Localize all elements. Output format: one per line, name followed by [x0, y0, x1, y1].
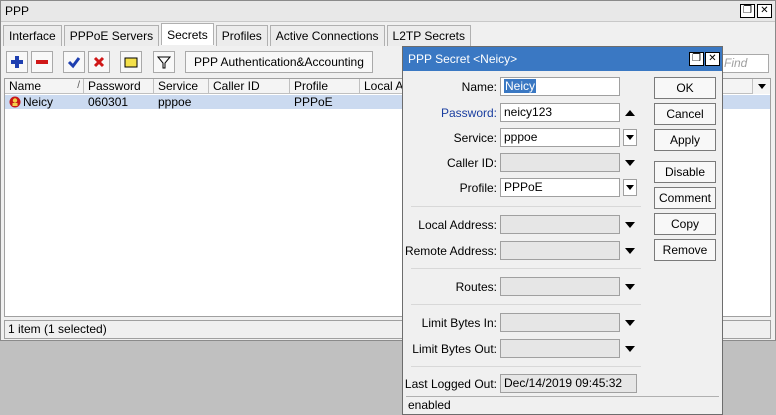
tab-profiles[interactable]: Profiles	[215, 25, 268, 46]
local-address-expand-button[interactable]	[623, 216, 637, 233]
limit-bytes-in-label: Limit Bytes In:	[421, 316, 497, 330]
restore-icon[interactable]: ❐	[740, 4, 755, 18]
tab-secrets[interactable]: Secrets	[161, 23, 214, 45]
cell-caller-id	[209, 95, 290, 109]
comment-button[interactable]: Comment	[654, 187, 716, 209]
limit-bytes-in-field[interactable]	[500, 313, 620, 332]
tab-interface[interactable]: Interface	[3, 25, 62, 46]
add-button[interactable]	[6, 51, 28, 73]
limit-bytes-out-field[interactable]	[500, 339, 620, 358]
triangle-down-icon	[625, 221, 635, 228]
triangle-down-icon	[625, 345, 635, 352]
triangle-up-icon	[625, 109, 635, 116]
profile-label: Profile:	[459, 181, 497, 195]
column-name[interactable]: Name /	[5, 79, 84, 94]
local-address-label: Local Address:	[418, 218, 497, 232]
dialog-status: enabled	[406, 396, 719, 412]
limit-bytes-out-expand-button[interactable]	[623, 340, 637, 357]
triangle-down-icon	[625, 247, 635, 254]
filter-button[interactable]	[153, 51, 175, 73]
dialog-restore-icon[interactable]: ❐	[689, 52, 704, 66]
divider	[411, 366, 641, 367]
plus-icon	[11, 56, 23, 68]
routes-label: Routes:	[455, 280, 497, 294]
column-service[interactable]: Service	[154, 79, 209, 94]
close-icon[interactable]: ✕	[757, 4, 772, 18]
profile-select[interactable]: PPPoE	[500, 178, 620, 197]
window-titlebar: PPP ❐ ✕	[1, 1, 775, 22]
last-logged-out-value: Dec/14/2019 09:45:32	[500, 374, 637, 393]
find-input[interactable]: Find	[721, 54, 769, 73]
routes-field[interactable]	[500, 277, 620, 296]
local-address-field[interactable]	[500, 215, 620, 234]
note-icon	[124, 57, 138, 68]
chevron-down-icon	[757, 84, 766, 89]
column-caller-id[interactable]: Caller ID	[209, 79, 290, 94]
dialog-close-icon[interactable]: ✕	[705, 52, 720, 66]
divider	[411, 304, 641, 305]
dialog-title: PPP Secret <Neicy>	[403, 47, 722, 71]
disable-button[interactable]: Disable	[654, 161, 716, 183]
ok-button[interactable]: OK	[654, 77, 716, 99]
caller-id-field[interactable]	[500, 153, 620, 172]
limit-bytes-out-label: Limit Bytes Out:	[412, 342, 497, 356]
last-logged-out-label: Last Logged Out:	[404, 377, 497, 391]
auth-accounting-button[interactable]: PPP Authentication&Accounting	[185, 51, 373, 73]
tab-active-connections[interactable]: Active Connections	[269, 25, 385, 46]
tab-bar: Interface PPPoE Servers Secrets Profiles…	[3, 23, 473, 46]
cross-icon	[93, 56, 105, 68]
chevron-down-icon	[626, 135, 634, 140]
remove-button[interactable]: Remove	[654, 239, 716, 261]
password-field[interactable]: neicy123	[500, 103, 620, 122]
remote-address-expand-button[interactable]	[623, 242, 637, 259]
minus-icon	[36, 60, 48, 64]
copy-button[interactable]: Copy	[654, 213, 716, 235]
column-password[interactable]: Password	[84, 79, 154, 94]
service-dropdown-button[interactable]	[623, 129, 637, 146]
service-select[interactable]: pppoe	[500, 128, 620, 147]
caller-id-label: Caller ID:	[446, 156, 497, 170]
routes-expand-button[interactable]	[623, 278, 637, 295]
cancel-button[interactable]: Cancel	[654, 103, 716, 125]
remote-address-field[interactable]	[500, 241, 620, 260]
check-icon	[67, 57, 81, 69]
tab-l2tp-secrets[interactable]: L2TP Secrets	[386, 25, 471, 46]
ppp-secret-dialog: PPP Secret <Neicy> ❐ ✕ Name: Neicy Passw…	[402, 46, 723, 415]
window-title: PPP	[5, 4, 30, 18]
divider	[411, 206, 641, 207]
comment-button[interactable]	[120, 51, 142, 73]
filter-icon	[157, 56, 171, 69]
service-label: Service:	[453, 131, 497, 145]
remove-button[interactable]	[31, 51, 53, 73]
enable-button[interactable]	[63, 51, 85, 73]
columns-dropdown[interactable]	[752, 79, 770, 94]
limit-bytes-in-expand-button[interactable]	[623, 314, 637, 331]
divider	[411, 268, 641, 269]
profile-dropdown-button[interactable]	[623, 179, 637, 196]
user-icon	[9, 96, 21, 108]
triangle-down-icon	[625, 319, 635, 326]
column-profile[interactable]: Profile	[290, 79, 360, 94]
tab-pppoe-servers[interactable]: PPPoE Servers	[63, 25, 160, 46]
password-label: Password:	[440, 106, 497, 120]
triangle-down-icon	[625, 159, 635, 166]
password-toggle-button[interactable]	[623, 104, 637, 121]
cell-profile: PPPoE	[294, 95, 333, 109]
name-label: Name:	[461, 80, 497, 94]
triangle-down-icon	[625, 283, 635, 290]
apply-button[interactable]: Apply	[654, 129, 716, 151]
chevron-down-icon	[626, 185, 634, 190]
remote-address-label: Remote Address:	[404, 244, 497, 258]
name-field[interactable]: Neicy	[500, 77, 620, 96]
cell-name: Neicy	[23, 95, 54, 109]
caller-id-expand-button[interactable]	[623, 154, 637, 171]
disable-button[interactable]	[88, 51, 110, 73]
cell-password: 060301	[88, 95, 129, 109]
cell-service: pppoe	[158, 95, 192, 109]
